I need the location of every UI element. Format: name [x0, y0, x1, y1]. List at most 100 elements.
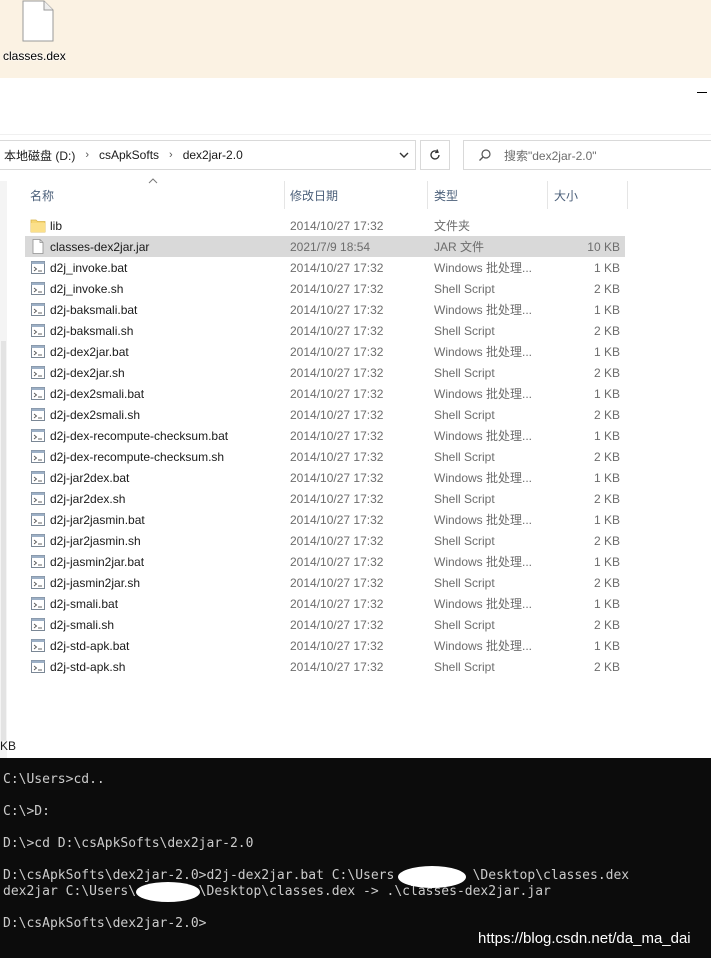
file-date: 2021/7/9 18:54 — [290, 239, 371, 254]
file-row[interactable]: d2j-smali.bat 2014/10/27 17:32 Windows 批处理… — [25, 593, 625, 614]
script-icon — [31, 660, 45, 673]
file-name: d2j-dex2smali.sh — [50, 407, 141, 422]
breadcrumb-drive[interactable]: 本地磁盘 (D:) — [4, 147, 75, 164]
script-icon — [31, 513, 45, 526]
search-box[interactable]: 搜索"dex2jar-2.0" — [463, 140, 711, 170]
breadcrumb-current[interactable]: dex2jar-2.0 — [183, 148, 243, 162]
search-icon — [479, 149, 491, 161]
file-type: Shell Script — [434, 449, 495, 464]
redaction-blob — [136, 882, 200, 902]
file-row[interactable]: lib 2014/10/27 17:32 文件夹 — [25, 215, 625, 236]
file-size: 2 KB — [593, 281, 620, 296]
file-row[interactable]: d2j-smali.sh 2014/10/27 17:32 Shell Script… — [25, 614, 625, 635]
file-row[interactable]: d2j-std-apk.bat 2014/10/27 17:32 Windows 批… — [25, 635, 625, 656]
column-header-size[interactable]: 大小 — [548, 181, 628, 209]
file-name: d2j-jar2dex.bat — [50, 470, 130, 485]
file-type: Windows 批处理... — [434, 387, 533, 401]
explorer-window: 本地磁盘 (D:) › csApkSofts › dex2jar-2.0 搜索"… — [0, 78, 711, 758]
column-header-type[interactable]: 类型 — [428, 181, 548, 209]
file-type: Shell Script — [434, 365, 495, 380]
file-row[interactable]: d2j-dex2jar.sh 2014/10/27 17:32 Shell Scri… — [25, 362, 625, 383]
script-icon — [31, 282, 45, 295]
file-row[interactable]: d2j-jar2jasmin.bat 2014/10/27 17:32 Window… — [25, 509, 625, 530]
file-date: 2014/10/27 17:32 — [290, 281, 384, 296]
minimize-button[interactable] — [697, 92, 707, 93]
address-bar[interactable]: 本地磁盘 (D:) › csApkSofts › dex2jar-2.0 — [0, 140, 416, 170]
file-row[interactable]: d2j-jasmin2jar.bat 2014/10/27 17:32 Window… — [25, 551, 625, 572]
file-row[interactable]: d2j-jasmin2jar.sh 2014/10/27 17:32 Shell S… — [25, 572, 625, 593]
script-icon — [31, 450, 45, 463]
script-icon — [31, 366, 45, 379]
file-name: d2j-jasmin2jar.bat — [50, 554, 145, 569]
file-size: 2 KB — [593, 491, 620, 506]
column-header-name[interactable]: 名称 — [24, 181, 285, 209]
file-row[interactable]: d2j-dex2smali.sh 2014/10/27 17:32 Shell Sc… — [25, 404, 625, 425]
column-header-date[interactable]: 修改日期 — [284, 181, 428, 209]
file-size: 1 KB — [593, 596, 620, 611]
file-size: 2 KB — [593, 533, 620, 548]
search-input[interactable]: 搜索"dex2jar-2.0" — [504, 147, 597, 164]
file-type: Windows 批处理... — [434, 597, 533, 611]
file-name: d2j-smali.sh — [50, 617, 115, 632]
file-name: d2j-std-apk.sh — [50, 659, 126, 674]
chevron-right-icon[interactable]: › — [169, 149, 173, 161]
file-size: 1 KB — [593, 302, 620, 317]
watermark-text: https://blog.csdn.net/da_ma_dai — [478, 930, 691, 947]
file-type: Shell Script — [434, 659, 495, 674]
script-icon — [31, 597, 45, 610]
file-date: 2014/10/27 17:32 — [290, 365, 384, 380]
script-icon — [31, 429, 45, 442]
file-row[interactable]: d2j-jar2jasmin.sh 2014/10/27 17:32 Shell S… — [25, 530, 625, 551]
file-name: d2j-jar2dex.sh — [50, 491, 126, 506]
desktop-background: classes.dex — [0, 0, 711, 78]
command-prompt-window[interactable]: C:\Users>cd.. C:\>D: D:\>cd D:\csApkSoft… — [0, 758, 711, 958]
file-type: Shell Script — [434, 617, 495, 632]
file-row[interactable]: d2j-dex-recompute-checksum.sh 2014/10/27 … — [25, 446, 625, 467]
file-name: lib — [50, 218, 63, 233]
file-name: d2j-baksmali.bat — [50, 302, 138, 317]
file-row[interactable]: d2j_invoke.sh 2014/10/27 17:32 Shell Scrip… — [25, 278, 625, 299]
file-type: Shell Script — [434, 281, 495, 296]
file-size: 1 KB — [593, 512, 620, 527]
file-row[interactable]: d2j-jar2dex.sh 2014/10/27 17:32 Shell Scri… — [25, 488, 625, 509]
breadcrumb-folder[interactable]: csApkSofts — [99, 148, 159, 162]
file-row[interactable]: d2j-baksmali.sh 2014/10/27 17:32 Shell Scr… — [25, 320, 625, 341]
chevron-down-icon[interactable] — [397, 148, 411, 162]
file-row[interactable]: d2j-jar2dex.bat 2014/10/27 17:32 Windows 批… — [25, 467, 625, 488]
script-icon — [31, 261, 45, 274]
file-row[interactable]: d2j-dex2jar.bat 2014/10/27 17:32 Windows 批… — [25, 341, 625, 362]
file-row[interactable]: d2j-baksmali.bat 2014/10/27 17:32 Windows … — [25, 299, 625, 320]
file-date: 2014/10/27 17:32 — [290, 323, 384, 338]
file-date: 2014/10/27 17:32 — [290, 344, 384, 359]
script-icon — [31, 576, 45, 589]
file-row[interactable]: d2j-std-apk.sh 2014/10/27 17:32 Shell Scri… — [25, 656, 625, 677]
file-size: 2 KB — [593, 617, 620, 632]
column-header-size-label: 大小 — [554, 188, 579, 203]
file-size: 1 KB — [593, 638, 620, 653]
file-name: d2j-dex2smali.bat — [50, 386, 145, 401]
column-header-name-label: 名称 — [30, 188, 55, 203]
file-name: d2j_invoke.sh — [50, 281, 124, 296]
file-type: Windows 批处理... — [434, 639, 533, 653]
file-row[interactable]: d2j-dex2smali.bat 2014/10/27 17:32 Windows… — [25, 383, 625, 404]
refresh-button[interactable] — [420, 140, 450, 170]
file-type: Windows 批处理... — [434, 471, 533, 485]
file-size: 2 KB — [593, 575, 620, 590]
refresh-icon — [430, 149, 440, 160]
chevron-right-icon[interactable]: › — [85, 149, 89, 161]
navigation-pane-scrollbar[interactable] — [0, 181, 7, 758]
file-row[interactable]: d2j-dex-recompute-checksum.bat 2014/10/27… — [25, 425, 625, 446]
file-date: 2014/10/27 17:32 — [290, 386, 384, 401]
file-type: Windows 批处理... — [434, 513, 533, 527]
file-date: 2014/10/27 17:32 — [290, 575, 384, 590]
file-icon — [32, 239, 44, 254]
script-icon — [31, 387, 45, 400]
scrollbar-thumb[interactable] — [1, 341, 6, 741]
file-row[interactable]: d2j_invoke.bat 2014/10/27 17:32 Windows 批处… — [25, 257, 625, 278]
file-name: d2j-jar2jasmin.bat — [50, 512, 145, 527]
file-type: Windows 批处理... — [434, 303, 533, 317]
file-type: Windows 批处理... — [434, 555, 533, 569]
file-row[interactable]: classes-dex2jar.jar 2021/7/9 18:54 JAR 文件 1… — [25, 236, 625, 257]
desktop-file-classes-dex[interactable]: classes.dex — [3, 0, 69, 70]
file-size: 2 KB — [593, 449, 620, 464]
